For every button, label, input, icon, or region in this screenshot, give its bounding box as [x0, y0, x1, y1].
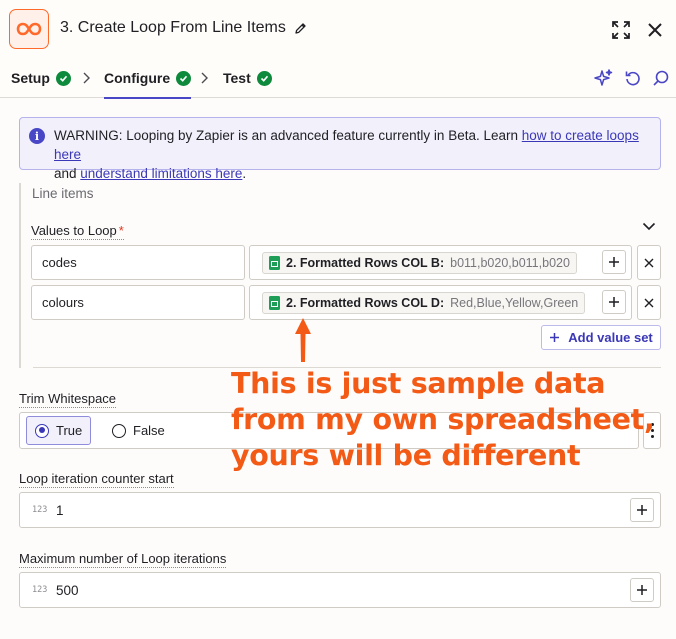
radio-label: False — [133, 423, 165, 438]
max-iterations-label: Maximum number of Loop iterations — [19, 551, 227, 568]
plus-icon — [550, 333, 560, 342]
check-icon — [256, 70, 272, 86]
tab-label: Test — [223, 70, 251, 86]
pill-title: 2. Formatted Rows COL D: — [286, 295, 445, 310]
close-icon — [644, 298, 654, 307]
input-value: 500 — [56, 582, 79, 598]
radio-label: True — [56, 423, 83, 438]
pill-title: 2. Formatted Rows COL B: — [286, 255, 445, 270]
annotation-line: This is just sample data — [231, 367, 606, 400]
value-key-input[interactable]: colours — [31, 285, 245, 320]
annotation-line: yours will be different — [231, 439, 581, 472]
radio-false[interactable]: False — [104, 416, 173, 445]
input-value: 1 — [56, 502, 64, 518]
radio-true[interactable]: True — [26, 416, 92, 445]
google-sheets-icon — [269, 295, 280, 310]
group-divider — [19, 183, 21, 368]
value-mapping-input[interactable]: 2. Formatted Rows COL B: b011,b020,b011,… — [249, 245, 632, 280]
chevron-right-icon — [83, 72, 90, 84]
close-icon — [644, 258, 654, 267]
check-icon — [55, 70, 71, 86]
pill-sample-value: b011,b020,b011,b020 — [450, 255, 570, 270]
number-type-icon: 123 — [32, 505, 48, 515]
pill-sample-value: Red,Blue,Yellow,Green — [450, 295, 579, 310]
radio-selected-icon — [35, 423, 49, 438]
info-icon: i — [29, 128, 45, 144]
required-asterisk: * — [118, 223, 124, 238]
remove-row-button[interactable] — [637, 245, 661, 280]
close-icon[interactable] — [642, 17, 668, 43]
values-to-loop-label: Values to Loop * — [31, 223, 124, 240]
annotation-text: This is just sample data from my own spr… — [231, 366, 655, 474]
expand-icon[interactable] — [608, 17, 634, 43]
counter-start-label: Loop iteration counter start — [19, 471, 174, 488]
mapped-field-pill[interactable]: 2. Formatted Rows COL D: Red,Blue,Yellow… — [262, 291, 586, 314]
add-value-set-button[interactable]: Add value set — [541, 325, 661, 350]
tab-test[interactable]: Test — [223, 58, 272, 98]
trim-whitespace-label: Trim Whitespace — [19, 391, 117, 408]
value-key-input[interactable]: codes — [31, 245, 245, 280]
annotation-arrow-icon — [295, 318, 311, 362]
field-label-text: Values to Loop — [31, 223, 117, 238]
zapier-loop-icon — [9, 9, 49, 49]
key-text: colours — [42, 295, 84, 310]
chevron-right-icon — [201, 72, 208, 84]
chevron-down-icon[interactable] — [640, 217, 658, 235]
insert-data-plus-button[interactable] — [602, 250, 626, 274]
insert-data-plus-button[interactable] — [630, 578, 654, 602]
tab-configure[interactable]: Configure — [104, 58, 192, 99]
google-sheets-icon — [269, 255, 280, 270]
remove-row-button[interactable] — [637, 285, 661, 320]
insert-data-plus-button[interactable] — [602, 290, 626, 314]
counter-start-input[interactable]: 123 1 — [19, 492, 661, 528]
tab-setup[interactable]: Setup — [11, 58, 71, 98]
beta-warning-banner: i WARNING: Looping by Zapier is an advan… — [19, 117, 661, 181]
tab-label: Setup — [11, 70, 50, 86]
step-title: 3. Create Loop From Line Items — [60, 19, 286, 36]
mapped-field-pill[interactable]: 2. Formatted Rows COL B: b011,b020,b011,… — [262, 251, 577, 274]
tab-label: Configure — [104, 70, 171, 86]
add-value-set-label: Add value set — [568, 330, 653, 345]
max-iterations-input[interactable]: 123 500 — [19, 572, 661, 608]
annotation-line: from my own spreadsheet, — [231, 403, 655, 436]
warning-text: and — [54, 166, 81, 181]
radio-unselected-icon — [112, 423, 126, 438]
understand-limitations-link[interactable]: understand limitations here — [80, 166, 242, 181]
number-type-icon: 123 — [32, 585, 48, 595]
step-tabs: Setup Configure Test — [0, 58, 676, 99]
warning-text: WARNING: Looping by Zapier is an advance… — [54, 128, 522, 143]
check-icon — [176, 70, 192, 86]
value-mapping-input[interactable]: 2. Formatted Rows COL D: Red,Blue,Yellow… — [249, 285, 632, 320]
edit-title-pencil-icon[interactable] — [294, 22, 307, 35]
key-text: codes — [42, 255, 77, 270]
warning-text: . — [242, 166, 247, 181]
sparkle-icon[interactable] — [593, 67, 615, 89]
insert-data-plus-button[interactable] — [630, 498, 654, 522]
refresh-icon[interactable] — [622, 67, 644, 89]
search-icon[interactable] — [650, 67, 672, 89]
line-items-group-label: Line items — [32, 186, 94, 201]
step-header: 3. Create Loop From Line Items — [0, 0, 676, 58]
